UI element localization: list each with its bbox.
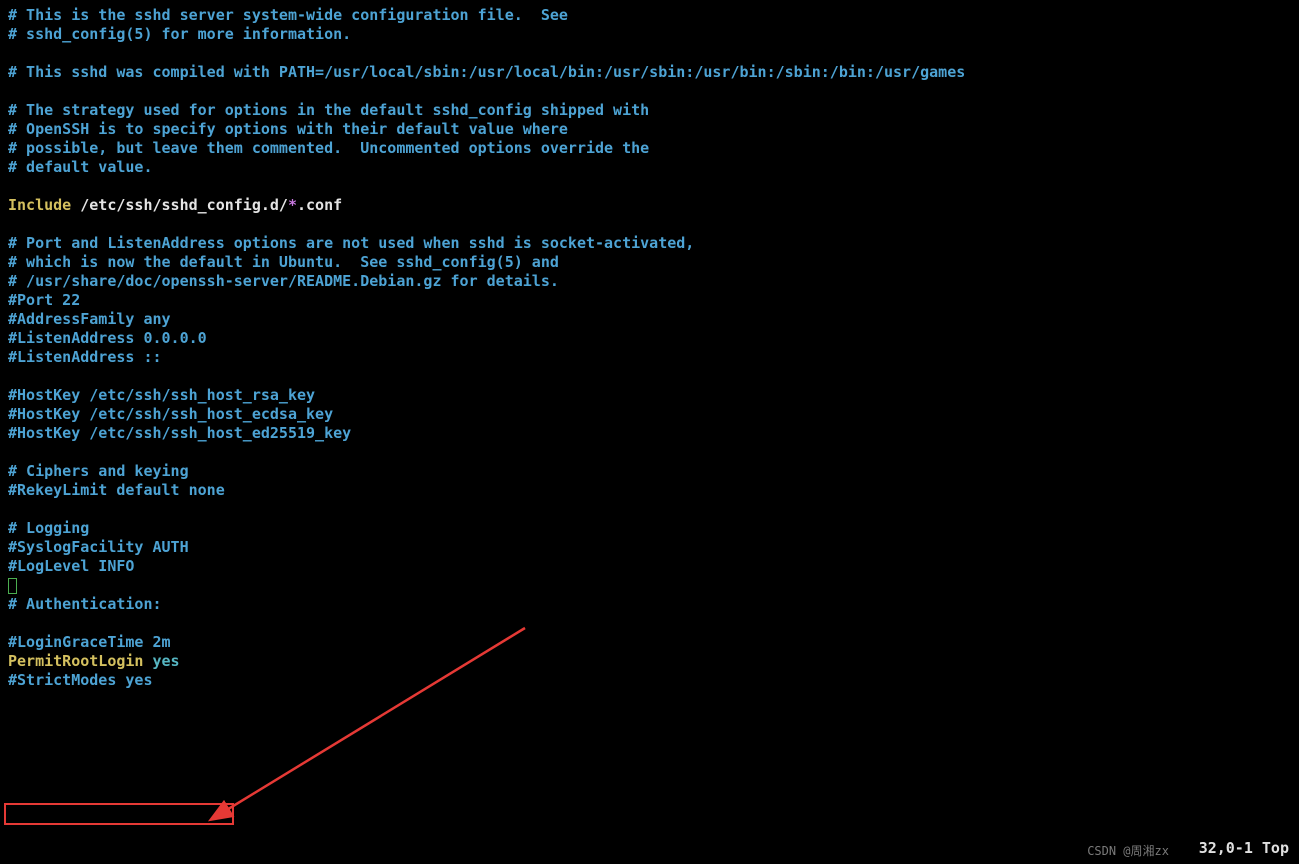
config-line: # possible, but leave them commented. Un…	[8, 139, 649, 157]
config-line: # This sshd was compiled with PATH=/usr/…	[8, 63, 965, 81]
config-line: # This is the sshd server system-wide co…	[8, 6, 568, 24]
config-line: #ListenAddress 0.0.0.0	[8, 329, 207, 347]
include-ext: .conf	[297, 196, 342, 214]
config-line: #StrictModes yes	[8, 671, 153, 689]
config-line: #RekeyLimit default none	[8, 481, 225, 499]
config-line: #HostKey /etc/ssh/ssh_host_ecdsa_key	[8, 405, 333, 423]
config-line: # The strategy used for options in the d…	[8, 101, 649, 119]
include-glob: *	[288, 196, 297, 214]
config-line: # default value.	[8, 158, 153, 176]
highlight-rectangle	[4, 803, 234, 825]
permit-key: PermitRootLogin	[8, 652, 143, 670]
config-line: # Ciphers and keying	[8, 462, 189, 480]
cursor-line	[8, 576, 17, 594]
config-line: #HostKey /etc/ssh/ssh_host_ed25519_key	[8, 424, 351, 442]
config-line: # OpenSSH is to specify options with the…	[8, 120, 568, 138]
config-line: #HostKey /etc/ssh/ssh_host_rsa_key	[8, 386, 315, 404]
config-line: #SyslogFacility AUTH	[8, 538, 189, 556]
config-line: #LoginGraceTime 2m	[8, 633, 171, 651]
config-line: #LogLevel INFO	[8, 557, 134, 575]
watermark-text: CSDN @周湘zx	[1087, 842, 1169, 861]
include-keyword: Include	[8, 196, 71, 214]
config-line: # Port and ListenAddress options are not…	[8, 234, 694, 252]
config-line: #Port 22	[8, 291, 80, 309]
config-line: #ListenAddress ::	[8, 348, 162, 366]
terminal-content[interactable]: # This is the sshd server system-wide co…	[8, 6, 1291, 690]
cursor-position: 32,0-1	[1199, 839, 1253, 857]
permit-root-login-line: PermitRootLogin yes	[8, 652, 180, 670]
config-line: # Logging	[8, 519, 89, 537]
cursor-icon	[8, 578, 17, 594]
vim-status-bar: 32,0-1 Top	[1199, 839, 1289, 858]
include-path: /etc/ssh/sshd_config.d/	[71, 196, 288, 214]
config-line: # Authentication:	[8, 595, 162, 613]
config-line: # sshd_config(5) for more information.	[8, 25, 351, 43]
config-line: # /usr/share/doc/openssh-server/README.D…	[8, 272, 559, 290]
scroll-indicator: Top	[1262, 839, 1289, 857]
config-line: # which is now the default in Ubuntu. Se…	[8, 253, 559, 271]
include-line: Include /etc/ssh/sshd_config.d/*.conf	[8, 196, 342, 214]
permit-value: yes	[143, 652, 179, 670]
config-line: #AddressFamily any	[8, 310, 171, 328]
